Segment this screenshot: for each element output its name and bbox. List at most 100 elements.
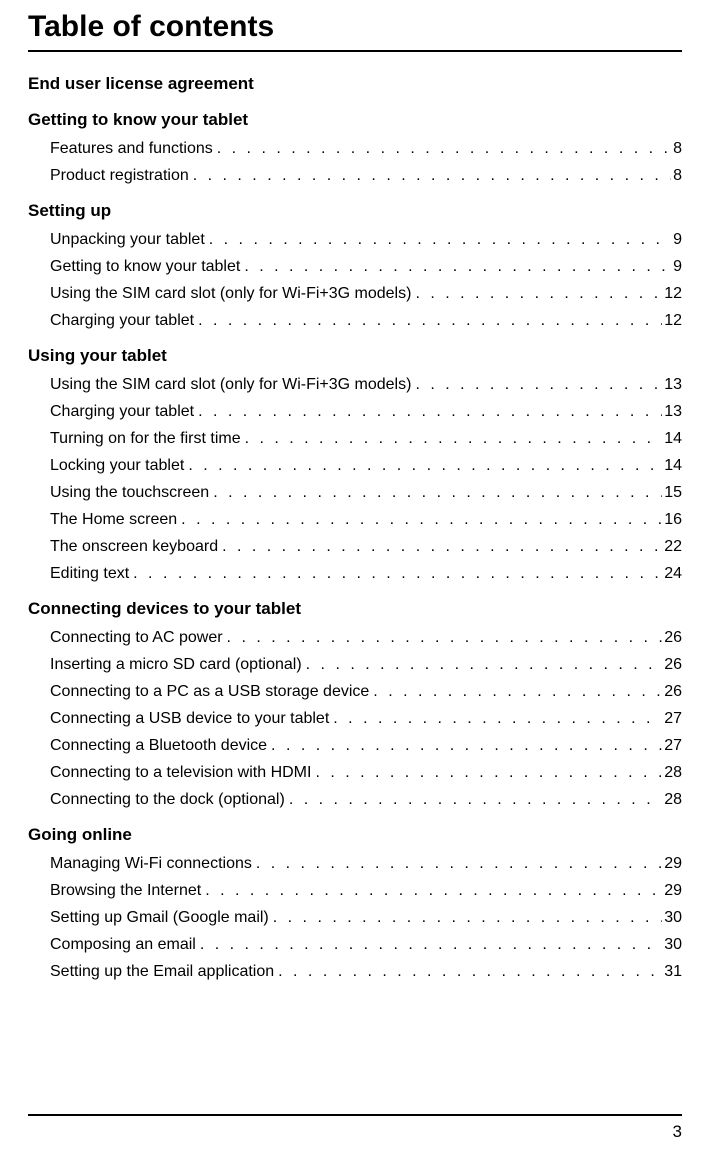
- toc-leader-dots: [333, 710, 662, 728]
- toc-entry-label: Using the SIM card slot (only for Wi-Fi+…: [50, 376, 411, 394]
- toc-leader-dots: [244, 258, 671, 276]
- toc-entry-label: Connecting to a television with HDMI: [50, 764, 311, 782]
- toc-entry-page: 13: [664, 376, 682, 394]
- toc-entry: Connecting to the dock (optional) 28: [50, 791, 682, 809]
- page-title: Table of contents: [28, 10, 682, 44]
- toc-leader-dots: [271, 737, 662, 755]
- toc-entry: Charging your tablet13: [50, 403, 682, 421]
- toc-entry-page: 12: [664, 285, 682, 303]
- toc-leader-dots: [245, 430, 663, 448]
- page-number: 3: [673, 1122, 682, 1142]
- toc-entry-page: 28: [664, 764, 682, 782]
- toc-entry: Connecting to AC power26: [50, 629, 682, 647]
- toc-leader-dots: [273, 909, 662, 927]
- toc-entry-page: 12: [664, 312, 682, 330]
- toc-entry: Turning on for the first time14: [50, 430, 682, 448]
- toc-entry: The Home screen 16: [50, 511, 682, 529]
- toc-entry-page: 27: [664, 710, 682, 728]
- toc-entry: Using the SIM card slot (only for Wi-Fi+…: [50, 285, 682, 303]
- toc-entry: Features and functions 8: [50, 140, 682, 158]
- toc-entry-page: 8: [673, 167, 682, 185]
- toc-entry: Connecting to a PC as a USB storage devi…: [50, 683, 682, 701]
- toc-entry-page: 13: [664, 403, 682, 421]
- toc-entry: Setting up Gmail (Google mail) 30: [50, 909, 682, 927]
- toc-entry-label: Connecting to a PC as a USB storage devi…: [50, 683, 369, 701]
- toc-entry-label: Composing an email: [50, 936, 196, 954]
- toc-leader-dots: [256, 855, 662, 873]
- toc-entry-page: 16: [664, 511, 682, 529]
- toc-entry-page: 24: [664, 565, 682, 583]
- toc-entry-page: 8: [673, 140, 682, 158]
- toc-leader-dots: [217, 140, 671, 158]
- toc-leader-dots: [200, 936, 662, 954]
- toc-entry-page: 14: [664, 457, 682, 475]
- toc-entry-label: Setting up Gmail (Google mail): [50, 909, 269, 927]
- toc-entry-label: Using the touchscreen: [50, 484, 209, 502]
- toc-entry: The onscreen keyboard 22: [50, 538, 682, 556]
- toc-entry-label: Turning on for the first time: [50, 430, 241, 448]
- section-heading: Connecting devices to your tablet: [28, 599, 682, 619]
- toc-entry-label: Editing text: [50, 565, 129, 583]
- toc-leader-dots: [181, 511, 662, 529]
- toc-leader-dots: [227, 629, 663, 647]
- toc-leader-dots: [306, 656, 663, 674]
- toc-entry-label: The onscreen keyboard: [50, 538, 218, 556]
- toc-entry: Charging your tablet 12: [50, 312, 682, 330]
- toc-entry-page: 28: [664, 791, 682, 809]
- toc-entry-page: 29: [664, 855, 682, 873]
- toc-leader-dots: [415, 285, 662, 303]
- toc-entry-label: The Home screen: [50, 511, 177, 529]
- toc-entry-label: Product registration: [50, 167, 189, 185]
- toc-entry-label: Inserting a micro SD card (optional): [50, 656, 302, 674]
- toc-leader-dots: [289, 791, 662, 809]
- toc-entry: Locking your tablet 14: [50, 457, 682, 475]
- toc-entry: Inserting a micro SD card (optional) 26: [50, 656, 682, 674]
- toc-entry-label: Connecting to the dock (optional): [50, 791, 285, 809]
- toc-entry: Connecting a USB device to your tablet 27: [50, 710, 682, 728]
- toc-entry-label: Features and functions: [50, 140, 213, 158]
- toc-entry-label: Using the SIM card slot (only for Wi-Fi+…: [50, 285, 411, 303]
- toc-entry-label: Charging your tablet: [50, 312, 194, 330]
- toc-entry: Setting up the Email application31: [50, 963, 682, 981]
- toc-leader-dots: [188, 457, 662, 475]
- toc-entry-label: Connecting a Bluetooth device: [50, 737, 267, 755]
- toc-entry: Product registration 8: [50, 167, 682, 185]
- section-heading: Getting to know your tablet: [28, 110, 682, 130]
- toc-entry-page: 30: [664, 936, 682, 954]
- toc-leader-dots: [222, 538, 662, 556]
- toc-entry-page: 31: [664, 963, 682, 981]
- toc-leader-dots: [133, 565, 662, 583]
- footer-rule: [28, 1114, 682, 1116]
- toc-entry: Using the SIM card slot (only for Wi-Fi+…: [50, 376, 682, 394]
- toc-entry-page: 22: [664, 538, 682, 556]
- section-heading: Setting up: [28, 201, 682, 221]
- toc-entry-page: 26: [664, 656, 682, 674]
- toc-entry-label: Connecting to AC power: [50, 629, 223, 647]
- toc-leader-dots: [198, 312, 662, 330]
- toc-leader-dots: [315, 764, 662, 782]
- toc-leader-dots: [213, 484, 662, 502]
- toc-leader-dots: [193, 167, 671, 185]
- toc-entry-page: 9: [673, 231, 682, 249]
- toc-entry-label: Browsing the Internet: [50, 882, 201, 900]
- toc-leader-dots: [198, 403, 662, 421]
- toc-entry-label: Locking your tablet: [50, 457, 184, 475]
- toc-entry: Connecting to a television with HDMI 28: [50, 764, 682, 782]
- toc-entry: Browsing the Internet29: [50, 882, 682, 900]
- toc-entry: Managing Wi-Fi connections 29: [50, 855, 682, 873]
- toc-entry-page: 15: [664, 484, 682, 502]
- toc-entry-label: Unpacking your tablet: [50, 231, 205, 249]
- toc-leader-dots: [373, 683, 662, 701]
- title-rule: [28, 50, 682, 52]
- toc-entry-page: 30: [664, 909, 682, 927]
- toc-entry: Editing text 24: [50, 565, 682, 583]
- toc-entry-label: Managing Wi-Fi connections: [50, 855, 252, 873]
- toc-leader-dots: [209, 231, 671, 249]
- toc-leader-dots: [205, 882, 662, 900]
- toc-entry: Connecting a Bluetooth device27: [50, 737, 682, 755]
- toc-entry: Getting to know your tablet9: [50, 258, 682, 276]
- toc-entry-page: 9: [673, 258, 682, 276]
- section-heading: Using your tablet: [28, 346, 682, 366]
- toc-leader-dots: [415, 376, 662, 394]
- toc-entry-label: Connecting a USB device to your tablet: [50, 710, 329, 728]
